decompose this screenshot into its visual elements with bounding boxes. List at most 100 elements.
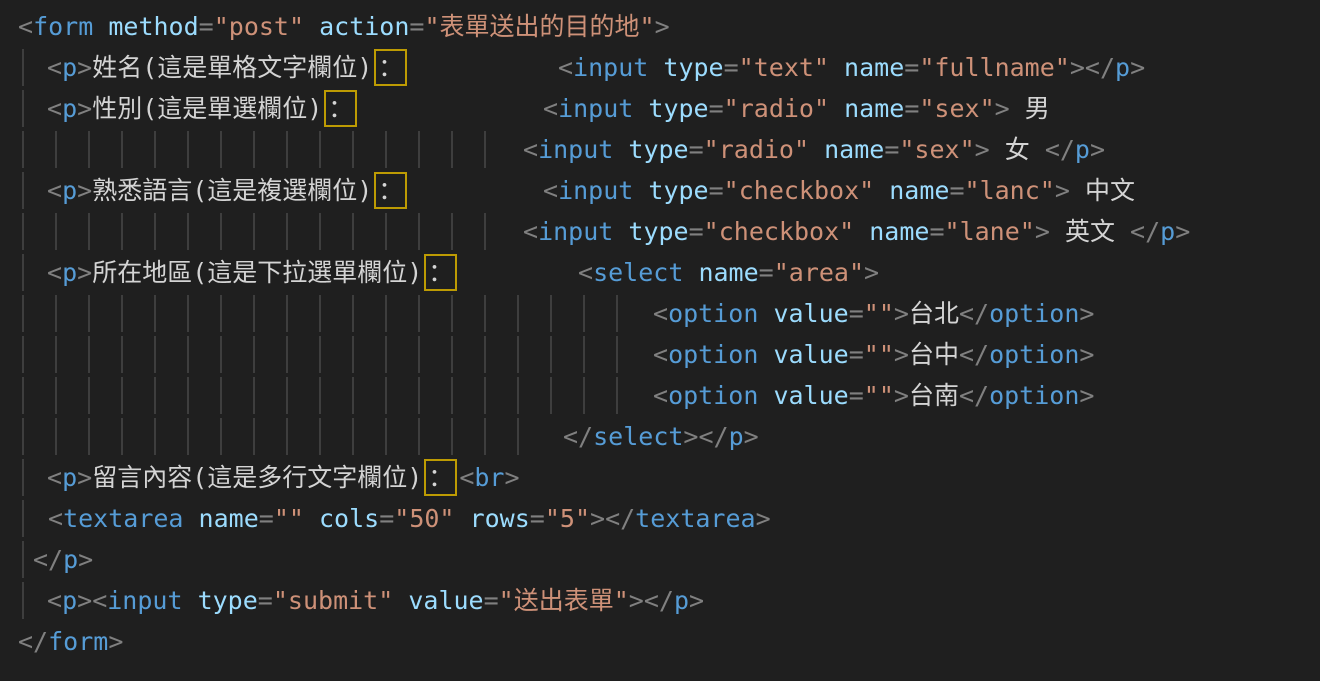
code-line-16[interactable]: </form>: [0, 621, 1320, 662]
token-txt: [455, 504, 470, 533]
token-txt: [393, 586, 408, 615]
code-line-12[interactable]: <p>留言內容(這是多行文字欄位)：<br>: [0, 457, 1320, 498]
token-txt: [854, 217, 869, 246]
token-p: </: [33, 545, 63, 574]
token-p: >: [1175, 217, 1190, 246]
code-line-3[interactable]: <p>性別(這是單選欄位)：<input type="radio" name="…: [0, 88, 1320, 129]
token-tag: option: [989, 340, 1079, 369]
code-segment: <input type="checkbox" name="lane"> 英文 <…: [523, 211, 1190, 252]
token-eq: =: [709, 94, 724, 123]
token-p: >: [1079, 381, 1094, 410]
token-attr: name: [844, 53, 904, 82]
token-txt: [758, 340, 773, 369]
token-tag: form: [48, 627, 108, 656]
token-p: <: [47, 463, 62, 492]
code-line-9[interactable]: <option value="">台中</option>: [0, 334, 1320, 375]
indent-guide: [22, 459, 24, 496]
token-p: >: [975, 135, 990, 164]
token-txt: [758, 381, 773, 410]
token-tag: p: [62, 176, 77, 205]
token-p: >: [77, 258, 92, 287]
token-txt: [633, 94, 648, 123]
token-attr: value: [773, 381, 848, 410]
token-p: >: [78, 545, 93, 574]
token-p: >: [590, 504, 605, 533]
token-tag: textarea: [63, 504, 183, 533]
token-tag: input: [558, 94, 633, 123]
token-tag: input: [538, 217, 613, 246]
code-editor[interactable]: <form method="post" action="表單送出的目的地"><p…: [0, 0, 1320, 681]
token-eq: =: [689, 135, 704, 164]
token-attr: type: [663, 53, 723, 82]
token-txt: 所在地區(這是下拉選單欄位): [92, 258, 422, 287]
token-tag: option: [668, 340, 758, 369]
token-tag: p: [729, 422, 744, 451]
token-tag: p: [674, 586, 689, 615]
code-segment: <p>所在地區(這是下拉選單欄位)：: [47, 252, 459, 293]
code-line-7[interactable]: <p>所在地區(這是下拉選單欄位)：<select name="area">: [0, 252, 1320, 293]
token-str: "": [864, 381, 894, 410]
code-line-4[interactable]: <input type="radio" name="sex"> 女 </p>: [0, 129, 1320, 170]
token-p: >: [504, 463, 519, 492]
indent-guide: [22, 213, 502, 250]
token-tag: p: [62, 463, 77, 492]
token-txt: [613, 135, 628, 164]
token-str: "checkbox": [704, 217, 855, 246]
indent-guide: [22, 541, 24, 578]
token-txt: [613, 217, 628, 246]
token-attr: type: [628, 217, 688, 246]
token-p: >: [1090, 135, 1105, 164]
token-attr: type: [198, 586, 258, 615]
token-p: >: [1035, 217, 1050, 246]
code-segment: <form method="post" action="表單送出的目的地">: [18, 6, 670, 47]
token-str: "checkbox": [724, 176, 875, 205]
token-eq: =: [709, 176, 724, 205]
token-eq: =: [258, 586, 273, 615]
token-p: <: [47, 94, 62, 123]
token-str: "表單送出的目的地": [424, 12, 654, 41]
unicode-highlight-box: ：: [424, 254, 457, 291]
unicode-highlight-box: ：: [374, 172, 407, 209]
token-p: </: [959, 299, 989, 328]
token-p: </: [605, 504, 635, 533]
token-tag: input: [558, 176, 633, 205]
code-segment: <option value="">台南</option>: [653, 375, 1094, 416]
token-p: >: [1130, 53, 1145, 82]
token-tag: select: [593, 258, 683, 287]
code-line-8[interactable]: <option value="">台北</option>: [0, 293, 1320, 334]
token-p: </: [1130, 217, 1160, 246]
code-line-6[interactable]: <input type="checkbox" name="lane"> 英文 <…: [0, 211, 1320, 252]
token-eq: =: [849, 340, 864, 369]
token-p: <: [523, 135, 538, 164]
code-line-14[interactable]: </p>: [0, 539, 1320, 580]
code-line-1[interactable]: <form method="post" action="表單送出的目的地">: [0, 6, 1320, 47]
token-eq: =: [929, 217, 944, 246]
token-p: >: [894, 381, 909, 410]
code-line-2[interactable]: <p>姓名(這是單格文字欄位)：<input type="text" name=…: [0, 47, 1320, 88]
token-p: >: [629, 586, 644, 615]
code-line-11[interactable]: </select></p>: [0, 416, 1320, 457]
code-line-15[interactable]: <p><input type="submit" value="送出表單"></p…: [0, 580, 1320, 621]
token-attr: type: [648, 94, 708, 123]
token-tag: option: [668, 299, 758, 328]
token-p: <: [18, 12, 33, 41]
code-segment: <p>留言內容(這是多行文字欄位)：<br>: [47, 457, 520, 498]
token-tag: p: [63, 545, 78, 574]
code-line-13[interactable]: <textarea name="" cols="50" rows="5"></t…: [0, 498, 1320, 539]
token-p: </: [1045, 135, 1075, 164]
token-p: <: [558, 53, 573, 82]
code-line-5[interactable]: <p>熟悉語言(這是複選欄位)：<input type="checkbox" n…: [0, 170, 1320, 211]
token-attr: name: [199, 504, 259, 533]
token-txt: 熟悉語言(這是複選欄位): [92, 176, 372, 205]
code-segment: <input type="text" name="fullname"></p>: [558, 47, 1145, 88]
token-tag: p: [62, 258, 77, 287]
token-txt: 姓名(這是單格文字欄位): [92, 53, 372, 82]
token-str: "lane": [945, 217, 1035, 246]
token-p: >: [1055, 176, 1070, 205]
token-p: </: [644, 586, 674, 615]
token-tag: input: [573, 53, 648, 82]
code-line-10[interactable]: <option value="">台南</option>: [0, 375, 1320, 416]
token-attr: type: [628, 135, 688, 164]
code-segment: </form>: [18, 621, 123, 662]
indent-guide: [22, 336, 634, 373]
